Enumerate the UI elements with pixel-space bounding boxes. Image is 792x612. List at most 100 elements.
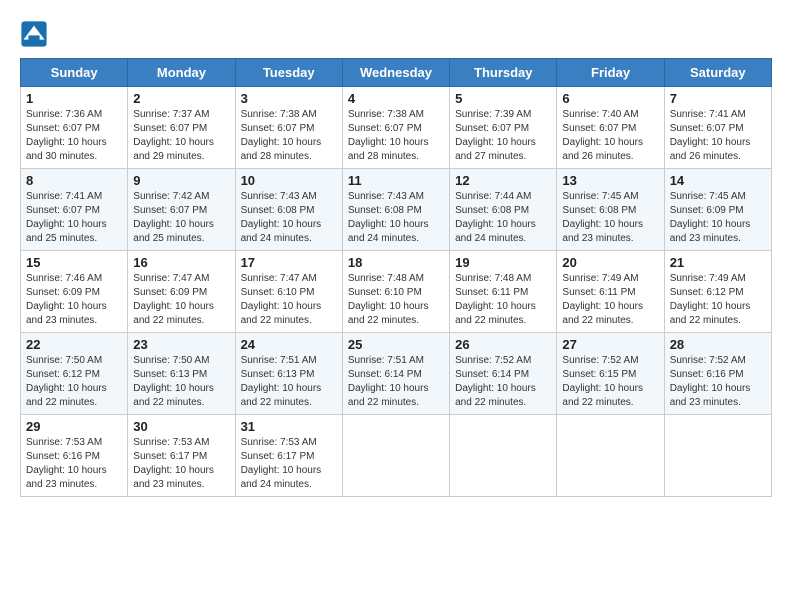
day-number: 12 (455, 173, 551, 188)
empty-cell (450, 415, 557, 497)
calendar-day-cell: 16 Sunrise: 7:47 AM Sunset: 6:09 PM Dayli… (128, 251, 235, 333)
calendar-week-row: 22 Sunrise: 7:50 AM Sunset: 6:12 PM Dayli… (21, 333, 772, 415)
day-number: 1 (26, 91, 122, 106)
logo-icon (20, 20, 48, 48)
calendar-day-cell: 23 Sunrise: 7:50 AM Sunset: 6:13 PM Dayli… (128, 333, 235, 415)
calendar-day-cell: 12 Sunrise: 7:44 AM Sunset: 6:08 PM Dayli… (450, 169, 557, 251)
day-number: 14 (670, 173, 766, 188)
calendar-week-row: 29 Sunrise: 7:53 AM Sunset: 6:16 PM Dayli… (21, 415, 772, 497)
calendar-day-cell: 1 Sunrise: 7:36 AM Sunset: 6:07 PM Daylig… (21, 87, 128, 169)
day-number: 30 (133, 419, 229, 434)
empty-cell (664, 415, 771, 497)
calendar-day-cell: 19 Sunrise: 7:48 AM Sunset: 6:11 PM Dayli… (450, 251, 557, 333)
day-info: Sunrise: 7:47 AM Sunset: 6:10 PM Dayligh… (241, 272, 337, 328)
empty-cell (557, 415, 664, 497)
calendar-day-cell: 13 Sunrise: 7:45 AM Sunset: 6:08 PM Dayli… (557, 169, 664, 251)
day-info: Sunrise: 7:48 AM Sunset: 6:10 PM Dayligh… (348, 272, 444, 328)
day-info: Sunrise: 7:50 AM Sunset: 6:13 PM Dayligh… (133, 354, 229, 410)
calendar-day-cell: 3 Sunrise: 7:38 AM Sunset: 6:07 PM Daylig… (235, 87, 342, 169)
day-info: Sunrise: 7:49 AM Sunset: 6:11 PM Dayligh… (562, 272, 658, 328)
day-info: Sunrise: 7:52 AM Sunset: 6:16 PM Dayligh… (670, 354, 766, 410)
empty-cell (342, 415, 449, 497)
day-number: 25 (348, 337, 444, 352)
weekday-header-wednesday: Wednesday (342, 59, 449, 87)
weekday-header-tuesday: Tuesday (235, 59, 342, 87)
day-number: 6 (562, 91, 658, 106)
day-number: 28 (670, 337, 766, 352)
calendar-week-row: 15 Sunrise: 7:46 AM Sunset: 6:09 PM Dayli… (21, 251, 772, 333)
weekday-header-sunday: Sunday (21, 59, 128, 87)
day-info: Sunrise: 7:51 AM Sunset: 6:13 PM Dayligh… (241, 354, 337, 410)
day-number: 3 (241, 91, 337, 106)
day-number: 22 (26, 337, 122, 352)
day-info: Sunrise: 7:40 AM Sunset: 6:07 PM Dayligh… (562, 108, 658, 164)
calendar-day-cell: 15 Sunrise: 7:46 AM Sunset: 6:09 PM Dayli… (21, 251, 128, 333)
logo (20, 20, 52, 48)
day-info: Sunrise: 7:43 AM Sunset: 6:08 PM Dayligh… (348, 190, 444, 246)
page-header (20, 20, 772, 48)
calendar-day-cell: 5 Sunrise: 7:39 AM Sunset: 6:07 PM Daylig… (450, 87, 557, 169)
calendar-day-cell: 7Sunrise: 7:41 AM Sunset: 6:07 PM Daylig… (664, 87, 771, 169)
day-number: 24 (241, 337, 337, 352)
calendar-day-cell: 9Sunrise: 7:42 AM Sunset: 6:07 PM Daylig… (128, 169, 235, 251)
calendar-day-cell: 11 Sunrise: 7:43 AM Sunset: 6:08 PM Dayli… (342, 169, 449, 251)
day-number: 13 (562, 173, 658, 188)
day-info: Sunrise: 7:37 AM Sunset: 6:07 PM Dayligh… (133, 108, 229, 164)
calendar-day-cell: 18 Sunrise: 7:48 AM Sunset: 6:10 PM Dayli… (342, 251, 449, 333)
calendar-day-cell: 25Sunrise: 7:51 AM Sunset: 6:14 PM Dayli… (342, 333, 449, 415)
day-info: Sunrise: 7:44 AM Sunset: 6:08 PM Dayligh… (455, 190, 551, 246)
day-number: 2 (133, 91, 229, 106)
weekday-header-saturday: Saturday (664, 59, 771, 87)
calendar-day-cell: 28 Sunrise: 7:52 AM Sunset: 6:16 PM Dayli… (664, 333, 771, 415)
day-info: Sunrise: 7:52 AM Sunset: 6:14 PM Dayligh… (455, 354, 551, 410)
day-number: 31 (241, 419, 337, 434)
day-info: Sunrise: 7:53 AM Sunset: 6:17 PM Dayligh… (133, 436, 229, 492)
day-info: Sunrise: 7:53 AM Sunset: 6:16 PM Dayligh… (26, 436, 122, 492)
day-number: 7 (670, 91, 766, 106)
day-number: 11 (348, 173, 444, 188)
day-info: Sunrise: 7:50 AM Sunset: 6:12 PM Dayligh… (26, 354, 122, 410)
day-info: Sunrise: 7:47 AM Sunset: 6:09 PM Dayligh… (133, 272, 229, 328)
calendar-day-cell: 8 Sunrise: 7:41 AM Sunset: 6:07 PM Daylig… (21, 169, 128, 251)
day-info: Sunrise: 7:49 AM Sunset: 6:12 PM Dayligh… (670, 272, 766, 328)
calendar-header-row: SundayMondayTuesdayWednesdayThursdayFrid… (21, 59, 772, 87)
day-number: 20 (562, 255, 658, 270)
day-number: 15 (26, 255, 122, 270)
calendar-day-cell: 27Sunrise: 7:52 AM Sunset: 6:15 PM Dayli… (557, 333, 664, 415)
calendar-day-cell: 22 Sunrise: 7:50 AM Sunset: 6:12 PM Dayli… (21, 333, 128, 415)
day-info: Sunrise: 7:42 AM Sunset: 6:07 PM Dayligh… (133, 190, 229, 246)
day-info: Sunrise: 7:38 AM Sunset: 6:07 PM Dayligh… (348, 108, 444, 164)
day-number: 18 (348, 255, 444, 270)
calendar-day-cell: 31Sunrise: 7:53 AM Sunset: 6:17 PM Dayli… (235, 415, 342, 497)
calendar-day-cell: 17 Sunrise: 7:47 AM Sunset: 6:10 PM Dayli… (235, 251, 342, 333)
day-info: Sunrise: 7:45 AM Sunset: 6:08 PM Dayligh… (562, 190, 658, 246)
day-info: Sunrise: 7:48 AM Sunset: 6:11 PM Dayligh… (455, 272, 551, 328)
day-number: 29 (26, 419, 122, 434)
day-number: 16 (133, 255, 229, 270)
day-number: 4 (348, 91, 444, 106)
day-number: 17 (241, 255, 337, 270)
day-number: 19 (455, 255, 551, 270)
day-number: 8 (26, 173, 122, 188)
weekday-header-monday: Monday (128, 59, 235, 87)
calendar-day-cell: 10 Sunrise: 7:43 AM Sunset: 6:08 PM Dayli… (235, 169, 342, 251)
day-number: 23 (133, 337, 229, 352)
calendar-day-cell: 2 Sunrise: 7:37 AM Sunset: 6:07 PM Daylig… (128, 87, 235, 169)
calendar-day-cell: 30 Sunrise: 7:53 AM Sunset: 6:17 PM Dayli… (128, 415, 235, 497)
day-number: 10 (241, 173, 337, 188)
day-info: Sunrise: 7:38 AM Sunset: 6:07 PM Dayligh… (241, 108, 337, 164)
weekday-header-thursday: Thursday (450, 59, 557, 87)
day-info: Sunrise: 7:41 AM Sunset: 6:07 PM Dayligh… (26, 190, 122, 246)
calendar-day-cell: 24 Sunrise: 7:51 AM Sunset: 6:13 PM Dayli… (235, 333, 342, 415)
calendar-day-cell: 14Sunrise: 7:45 AM Sunset: 6:09 PM Dayli… (664, 169, 771, 251)
day-info: Sunrise: 7:39 AM Sunset: 6:07 PM Dayligh… (455, 108, 551, 164)
calendar-day-cell: 29 Sunrise: 7:53 AM Sunset: 6:16 PM Dayli… (21, 415, 128, 497)
day-info: Sunrise: 7:46 AM Sunset: 6:09 PM Dayligh… (26, 272, 122, 328)
day-number: 27 (562, 337, 658, 352)
day-info: Sunrise: 7:43 AM Sunset: 6:08 PM Dayligh… (241, 190, 337, 246)
day-number: 26 (455, 337, 551, 352)
day-number: 5 (455, 91, 551, 106)
day-number: 21 (670, 255, 766, 270)
calendar-day-cell: 21 Sunrise: 7:49 AM Sunset: 6:12 PM Dayli… (664, 251, 771, 333)
day-info: Sunrise: 7:36 AM Sunset: 6:07 PM Dayligh… (26, 108, 122, 164)
